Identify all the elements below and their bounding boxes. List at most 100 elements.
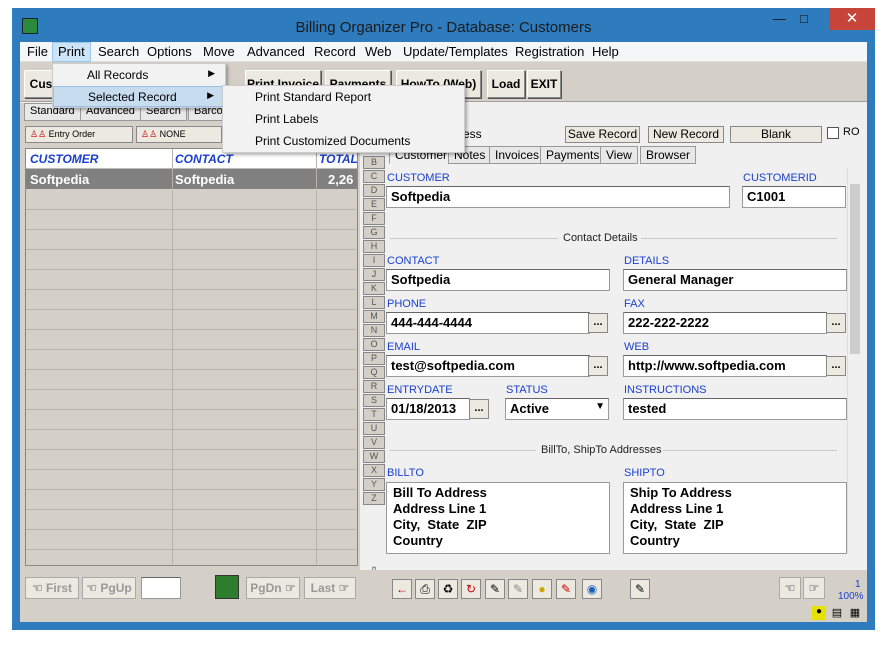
filter-none-button[interactable]: ♙♙ NONE bbox=[136, 126, 222, 143]
letter-button[interactable]: V bbox=[363, 436, 385, 449]
menu-advanced[interactable]: Advanced bbox=[247, 44, 305, 59]
letter-button[interactable]: L bbox=[363, 296, 385, 309]
letter-button[interactable]: W bbox=[363, 450, 385, 463]
menu-web[interactable]: Web bbox=[365, 44, 392, 59]
back-arrow-icon[interactable]: ← bbox=[392, 579, 412, 599]
letter-button[interactable]: H bbox=[363, 240, 385, 253]
letter-button[interactable]: R bbox=[363, 380, 385, 393]
print-customized-documents[interactable]: Print Customized Documents bbox=[223, 130, 464, 152]
menu-help[interactable]: Help bbox=[592, 44, 619, 59]
goto-field[interactable] bbox=[141, 577, 181, 599]
trash-icon[interactable]: ♻ bbox=[438, 579, 458, 599]
pgup-button[interactable]: ☜ PgUp bbox=[82, 577, 136, 599]
fax-ellipsis-button[interactable]: ... bbox=[826, 313, 846, 333]
web-field[interactable]: http://www.softpedia.com bbox=[623, 355, 827, 377]
phone-field[interactable]: 444-444-4444 bbox=[386, 312, 590, 334]
shipto-textarea[interactable]: Ship To Address Address Line 1 City, Sta… bbox=[623, 482, 847, 554]
calculator-icon[interactable] bbox=[215, 575, 239, 599]
document-icon[interactable]: ▤ bbox=[830, 606, 844, 620]
email-field[interactable]: test@softpedia.com bbox=[386, 355, 590, 377]
letter-button[interactable]: O bbox=[363, 338, 385, 351]
phone-ellipsis-button[interactable]: ... bbox=[588, 313, 608, 333]
blank-button[interactable]: Blank bbox=[730, 126, 822, 143]
letter-button[interactable]: K bbox=[363, 282, 385, 295]
prev-hand-button[interactable]: ☜ bbox=[779, 577, 801, 599]
letter-button[interactable]: U bbox=[363, 422, 385, 435]
customer-field[interactable]: Softpedia bbox=[386, 186, 730, 208]
tab-invoices[interactable]: Invoices bbox=[489, 146, 546, 164]
letter-button[interactable]: I bbox=[363, 254, 385, 267]
menu-search[interactable]: Search bbox=[98, 44, 139, 59]
instructions-field[interactable]: tested bbox=[623, 398, 847, 420]
web-ellipsis-button[interactable]: ... bbox=[826, 356, 846, 376]
details-field[interactable]: General Manager bbox=[623, 269, 847, 291]
email-ellipsis-button[interactable]: ... bbox=[588, 356, 608, 376]
grid-icon[interactable]: ▦ bbox=[848, 606, 862, 620]
customerid-field[interactable]: C1001 bbox=[742, 186, 846, 208]
export-icon[interactable]: ✎ bbox=[485, 579, 505, 599]
print-standard-report[interactable]: Print Standard Report bbox=[223, 86, 464, 108]
lightbulb-icon[interactable]: ● bbox=[532, 579, 552, 599]
menu-registration[interactable]: Registration bbox=[515, 44, 584, 59]
letter-button[interactable]: P bbox=[363, 352, 385, 365]
ro-checkbox[interactable] bbox=[827, 127, 839, 139]
next-hand-button[interactable]: ☞ bbox=[803, 577, 825, 599]
letter-button[interactable]: N bbox=[363, 324, 385, 337]
customer-grid[interactable]: CUSTOMER CONTACT TOTAL Softpedia Softped… bbox=[25, 148, 358, 566]
tab-payments[interactable]: Payments bbox=[540, 146, 606, 164]
load-button[interactable]: Load bbox=[487, 70, 525, 98]
entrydate-field[interactable]: 01/18/2013 bbox=[386, 398, 470, 420]
close-button[interactable]: ✕ bbox=[829, 8, 875, 30]
first-button[interactable]: ☜ First bbox=[25, 577, 79, 599]
scroll-thumb[interactable] bbox=[850, 184, 860, 354]
vertical-scrollbar[interactable] bbox=[847, 168, 861, 553]
exit-button[interactable]: EXIT bbox=[527, 70, 561, 98]
tab-view[interactable]: View bbox=[600, 146, 638, 164]
letter-button[interactable]: G bbox=[363, 226, 385, 239]
column-customer[interactable]: CUSTOMER bbox=[30, 152, 98, 166]
minimize-icon[interactable]: — bbox=[773, 11, 793, 26]
refresh-icon[interactable]: ↻ bbox=[461, 579, 481, 599]
menu-print[interactable]: Print bbox=[52, 42, 91, 62]
letter-button[interactable]: S bbox=[363, 394, 385, 407]
maximize-icon[interactable]: □ bbox=[800, 11, 820, 26]
table-row[interactable]: Softpedia Softpedia 2,26 bbox=[26, 169, 357, 189]
print-labels[interactable]: Print Labels bbox=[223, 108, 464, 130]
globe-icon[interactable]: ◉ bbox=[582, 579, 602, 599]
entry-order-button[interactable]: ♙♙ Entry Order bbox=[25, 126, 133, 143]
copy-icon[interactable]: ✎ bbox=[508, 579, 528, 599]
pgdn-button[interactable]: PgDn ☞ bbox=[246, 577, 300, 599]
entrydate-ellipsis-button[interactable]: ... bbox=[469, 399, 489, 419]
letter-button[interactable]: C bbox=[363, 170, 385, 183]
letter-button[interactable]: B bbox=[363, 156, 385, 169]
contact-field[interactable]: Softpedia bbox=[386, 269, 610, 291]
letter-button[interactable]: J bbox=[363, 268, 385, 281]
column-contact[interactable]: CONTACT bbox=[175, 152, 233, 166]
new-record-button[interactable]: New Record bbox=[648, 126, 724, 143]
menu-item-all-records[interactable]: All Records ▶ bbox=[53, 65, 225, 86]
lightbulb-icon[interactable]: ● bbox=[812, 606, 826, 620]
letter-button[interactable]: Q bbox=[363, 366, 385, 379]
letter-button[interactable]: T bbox=[363, 408, 385, 421]
letter-button[interactable]: F bbox=[363, 212, 385, 225]
column-total[interactable]: TOTAL bbox=[319, 152, 357, 166]
menu-record[interactable]: Record bbox=[314, 44, 356, 59]
import-icon[interactable]: ✎ bbox=[556, 579, 576, 599]
fax-field[interactable]: 222-222-2222 bbox=[623, 312, 827, 334]
letter-button[interactable]: Z bbox=[363, 492, 385, 505]
printer-icon[interactable]: ⎙ bbox=[415, 579, 435, 599]
report-icon[interactable]: ✎ bbox=[630, 579, 650, 599]
tab-browser[interactable]: Browser bbox=[640, 146, 697, 164]
letter-button[interactable]: E bbox=[363, 198, 385, 211]
menu-item-selected-record[interactable]: Selected Record ▶ bbox=[53, 86, 225, 107]
menu-file[interactable]: File bbox=[27, 44, 48, 59]
letter-button[interactable]: Y bbox=[363, 478, 385, 491]
last-button[interactable]: Last ☞ bbox=[304, 577, 356, 599]
save-record-button[interactable]: Save Record bbox=[565, 126, 640, 143]
letter-button[interactable]: M bbox=[363, 310, 385, 323]
menu-move[interactable]: Move bbox=[203, 44, 235, 59]
letter-button[interactable]: X bbox=[363, 464, 385, 477]
letter-button[interactable]: D bbox=[363, 184, 385, 197]
menu-update-templates[interactable]: Update/Templates bbox=[403, 44, 508, 59]
menu-options[interactable]: Options bbox=[147, 44, 192, 59]
